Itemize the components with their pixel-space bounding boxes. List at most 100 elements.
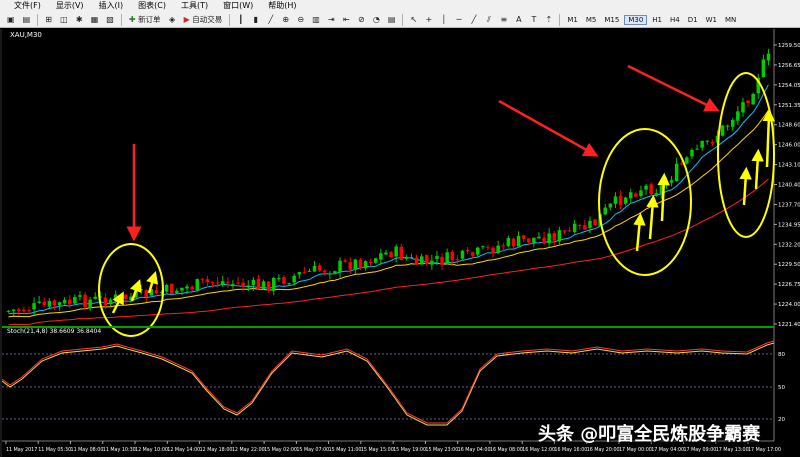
candle-body [27, 310, 31, 312]
time-tick-label: 15 May 15:00 [361, 447, 394, 453]
timeframe-d1[interactable]: D1 [685, 16, 701, 24]
cursor-icon[interactable]: ↖ [407, 13, 420, 26]
timeframe-h1[interactable]: H1 [649, 16, 665, 24]
stoch-main-line [1, 340, 775, 424]
candle-body [644, 185, 648, 190]
time-tick-label: 12 May 22:00 [232, 447, 265, 453]
candle-body [394, 246, 398, 257]
zoom-in-icon[interactable]: ⊕ [279, 13, 292, 26]
candle-body [389, 252, 393, 257]
timeframe-h4[interactable]: H4 [667, 16, 683, 24]
candle-body [195, 279, 199, 291]
timeframe-mn[interactable]: MN [722, 16, 739, 24]
label-tool-icon[interactable]: T [527, 13, 540, 26]
channel-icon[interactable]: ⫽ [482, 13, 495, 26]
timeframe-m1[interactable]: M1 [564, 16, 581, 24]
candle-body [170, 283, 174, 295]
tester-icon[interactable]: ▧ [103, 13, 117, 26]
candle-body [333, 271, 337, 274]
candle-body [761, 59, 766, 78]
new-chart-icon[interactable]: ▣ [4, 13, 18, 26]
menu-tools[interactable]: 工具(T) [181, 0, 208, 12]
timeframe-m15[interactable]: M15 [601, 16, 622, 24]
candle-body [710, 142, 715, 144]
time-tick-label: 15 May 07:00 [296, 447, 329, 453]
candle-body [618, 195, 623, 206]
candle-body [440, 256, 444, 265]
candle-body [766, 53, 771, 61]
candle-body [68, 299, 72, 305]
new-order-button[interactable]: ✚ 新订单 [126, 13, 164, 26]
profiles-icon[interactable]: ▤ [20, 13, 34, 26]
price-tick-label: 1229.50 [778, 262, 800, 268]
candle-chart-icon[interactable]: ▮ [249, 13, 262, 26]
price-chart[interactable]: 1259.50 1256.65 1254.05 1251.35 1248.60 1246.… [1, 29, 800, 457]
new-order-label: 新订单 [138, 15, 161, 24]
horizontal-line-icon[interactable]: ─ [452, 13, 465, 26]
market-watch-icon[interactable]: ⊞ [42, 13, 55, 26]
candle-body [603, 207, 607, 215]
candle-body [562, 230, 567, 232]
candle-body [455, 259, 460, 261]
arrows-icon[interactable]: ⇡ [542, 13, 555, 26]
time-tick-label: 11 May 05:30 [38, 447, 71, 453]
trendline-icon[interactable]: ╱ [467, 13, 480, 26]
chart-shift-icon[interactable]: ⇤ [340, 13, 353, 26]
zoom-out-icon[interactable]: ⊖ [294, 13, 307, 26]
candle-body [139, 289, 143, 291]
time-tick-label: 16 May 20:00 [587, 447, 620, 453]
metaeditor-icon[interactable]: ◈ [166, 13, 179, 26]
line-chart-icon[interactable]: ╱ [264, 13, 277, 26]
candle-body [368, 261, 373, 264]
fibonacci-icon[interactable]: ≡ [497, 13, 510, 26]
candle-body [246, 285, 250, 287]
text-tool-icon[interactable]: A [512, 13, 525, 26]
navigator-icon[interactable]: ✱ [73, 13, 86, 26]
candle-body [634, 193, 638, 197]
candle-body [583, 225, 587, 230]
tile-windows-icon[interactable]: ▥ [309, 13, 323, 26]
data-window-icon[interactable]: ◫ [57, 13, 71, 26]
candle-body [108, 299, 113, 304]
candle-body [205, 279, 210, 283]
chart-window[interactable]: 1259.50 1256.65 1254.05 1251.35 1248.60 1246.… [0, 29, 800, 457]
menu-view[interactable]: 显示(V) [56, 0, 84, 12]
timeframe-m5[interactable]: M5 [583, 16, 600, 24]
menu-insert[interactable]: 插入(I) [99, 0, 124, 12]
timeframe-w1[interactable]: W1 [703, 16, 720, 24]
indicators-icon[interactable]: ⊘ [355, 13, 368, 26]
menu-charts[interactable]: 图表(C) [138, 0, 166, 12]
candle-body [348, 262, 352, 270]
time-tick-label: 17 May 09:00 [683, 447, 716, 453]
price-tick-label: 1240.40 [778, 183, 800, 189]
price-tick-label: 1237.70 [778, 202, 800, 208]
stoch-level-label: 50 [778, 385, 785, 391]
periods-icon[interactable]: ◔ [370, 13, 383, 26]
menu-file[interactable]: 文件(F) [14, 0, 41, 12]
terminal-icon[interactable]: ▦ [88, 13, 102, 26]
autoscroll-icon[interactable]: ⇥ [325, 13, 338, 26]
candle-body [623, 197, 628, 204]
ma-mid-line [8, 110, 769, 318]
toolbar-separator [229, 13, 231, 26]
stoch-level-label: 80 [778, 352, 785, 358]
candle-body [445, 252, 449, 265]
menu-help[interactable]: 帮助(H) [268, 0, 296, 12]
candle-body [567, 230, 572, 232]
templates-icon[interactable]: ▤ [385, 13, 399, 26]
crosshair-icon[interactable]: + [422, 13, 435, 26]
price-axis: 1259.50 1256.65 1254.05 1251.35 1248.60 1246.… [773, 29, 800, 441]
candle-body [674, 163, 679, 182]
bar-chart-icon[interactable]: ┃ [234, 13, 247, 26]
candle-body [93, 296, 97, 299]
menu-window[interactable]: 窗口(W) [223, 0, 253, 12]
timeframe-m30[interactable]: M30 [624, 14, 648, 25]
time-tick-label: 16 May 08:00 [490, 447, 523, 453]
price-tick-label: 1221.40 [778, 322, 800, 328]
candle-body [37, 301, 41, 303]
autotrade-button[interactable]: ▶ 自动交易 [181, 13, 226, 26]
toolbar-separator [37, 13, 39, 26]
yellow-arrow-9 [762, 108, 776, 168]
candle-body [419, 256, 424, 265]
vertical-line-icon[interactable]: │ [437, 13, 450, 26]
